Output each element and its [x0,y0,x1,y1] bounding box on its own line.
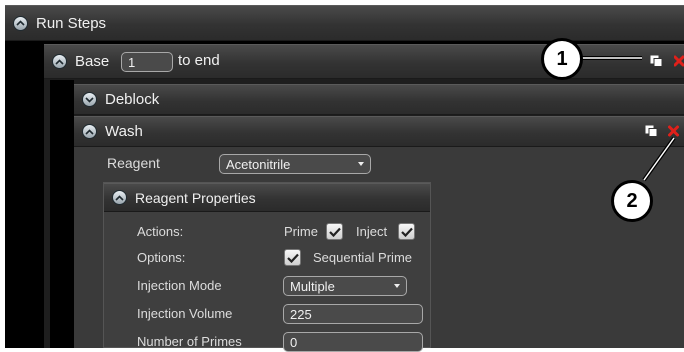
callout-one: 1 [541,38,583,80]
deblock-title: Deblock [105,91,160,108]
collapse-icon[interactable] [13,15,28,31]
reagent-label: Reagent [107,155,160,171]
callout-leader-line [642,136,676,182]
chevron-down-icon [358,162,364,166]
wash-title: Wash [105,123,143,140]
steps-gutter [50,80,74,348]
copy-icon[interactable] [650,55,663,67]
checkmark-icon [286,253,299,263]
checkmark-icon [328,227,341,237]
delete-icon[interactable] [674,55,684,67]
reagent-select-value: Acetonitrile [226,156,291,172]
inject-label: Inject [356,224,388,239]
injection-volume-input[interactable]: 225 [283,304,423,324]
collapse-icon[interactable] [52,54,67,69]
collapse-icon[interactable] [112,190,127,205]
wash-header[interactable]: Wash [74,116,684,147]
inject-checkbox[interactable] [398,223,415,240]
number-of-primes-label: Number of Primes [137,334,242,349]
expand-icon[interactable] [82,92,97,107]
reagent-properties-title: Reagent Properties [135,189,256,206]
chevron-down-icon [394,284,400,288]
sequential-prime-label: Sequential Prime [313,250,412,265]
injection-mode-value: Multiple [290,278,335,294]
reagent-select[interactable]: Acetonitrile [219,154,371,174]
collapse-icon[interactable] [82,124,97,139]
base-prefix-label: Base [75,53,110,70]
callout-two: 2 [611,180,653,222]
callout-leader-line [580,56,642,60]
base-start-input[interactable]: 1 [121,52,173,72]
run-steps-title: Run Steps [36,14,107,32]
actions-label: Actions: [137,224,184,239]
options-label: Options: [137,250,186,265]
number-of-primes-input[interactable]: 0 [283,332,423,352]
prime-label: Prime [284,224,318,239]
prime-checkbox[interactable] [326,223,343,240]
injection-mode-select[interactable]: Multiple [283,276,407,296]
run-steps-header[interactable]: Run Steps [5,5,684,41]
injection-volume-label: Injection Volume [137,306,233,321]
base-suffix-label: to end [178,52,220,69]
sequential-prime-checkbox[interactable] [284,249,301,266]
reagent-properties-header[interactable]: Reagent Properties [104,183,430,212]
deblock-header[interactable]: Deblock [74,84,684,115]
checkmark-icon [400,227,413,237]
injection-mode-label: Injection Mode [137,278,222,293]
